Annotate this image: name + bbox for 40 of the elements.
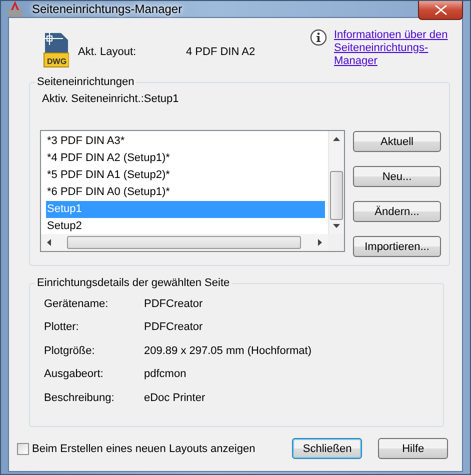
list-item[interactable]: *3 PDF DIN A3* bbox=[46, 133, 325, 150]
list-item[interactable]: *5 PDF DIN A1 (Setup2)* bbox=[46, 167, 325, 184]
detail-value: PDFCreator bbox=[144, 321, 203, 334]
setup-button[interactable]: Neu... bbox=[353, 166, 441, 187]
up-arrow-icon bbox=[333, 137, 340, 141]
close-button[interactable] bbox=[418, 1, 463, 20]
setup-button[interactable]: Importieren... bbox=[353, 236, 441, 257]
dialog-button[interactable]: Hilfe bbox=[378, 438, 448, 459]
detail-value: eDoc Printer bbox=[144, 392, 206, 404]
scroll-thumb[interactable] bbox=[67, 236, 301, 249]
active-setup-label: Aktiv. Seiteneinricht.:Setup1 bbox=[41, 92, 180, 107]
detail-value: pdfcmon bbox=[144, 368, 186, 380]
current-layout-label: Akt. Layout: bbox=[78, 46, 138, 58]
detail-label: Plotter: bbox=[44, 321, 80, 334]
detail-label: Gerätename: bbox=[44, 298, 110, 310]
dialog-button[interactable]: Schließen bbox=[292, 438, 362, 459]
left-arrow-icon bbox=[47, 239, 51, 246]
group-title: Einrichtungsdetails der gewählten Seite bbox=[36, 277, 231, 289]
detail-label: Beschreibung: bbox=[44, 392, 116, 404]
vertical-scrollbar[interactable] bbox=[328, 131, 344, 234]
info-icon bbox=[310, 29, 327, 46]
list-item[interactable]: Setup2 bbox=[46, 218, 325, 234]
right-arrow-icon bbox=[318, 239, 322, 246]
current-layout-value: 4 PDF DIN A2 bbox=[186, 46, 256, 58]
setup-button[interactable]: Ändern... bbox=[353, 201, 441, 222]
detail-value: 209.89 x 297.05 mm (Hochformat) bbox=[144, 344, 312, 357]
down-arrow-icon bbox=[333, 224, 340, 228]
close-icon bbox=[434, 5, 446, 15]
info-link[interactable]: Informationen über den Seiteneinrichtungs-Manager bbox=[334, 29, 452, 68]
group-title: Seiteneinrichtungen bbox=[36, 76, 136, 88]
list-item[interactable]: *6 PDF DIN A0 (Setup1)* bbox=[46, 184, 325, 201]
list-item[interactable]: *4 PDF DIN A2 (Setup1)* bbox=[46, 150, 325, 167]
detail-label: Plotgröße: bbox=[44, 344, 96, 357]
window-title: Seiteneinrichtungs-Manager bbox=[32, 2, 182, 16]
detail-label: Ausgabeort: bbox=[44, 368, 104, 380]
detail-value: PDFCreator bbox=[144, 298, 203, 310]
horizontal-scrollbar[interactable] bbox=[41, 234, 328, 251]
setup-button[interactable]: Aktuell bbox=[353, 131, 441, 152]
scroll-thumb[interactable] bbox=[330, 171, 343, 220]
checkbox[interactable] bbox=[17, 442, 29, 454]
